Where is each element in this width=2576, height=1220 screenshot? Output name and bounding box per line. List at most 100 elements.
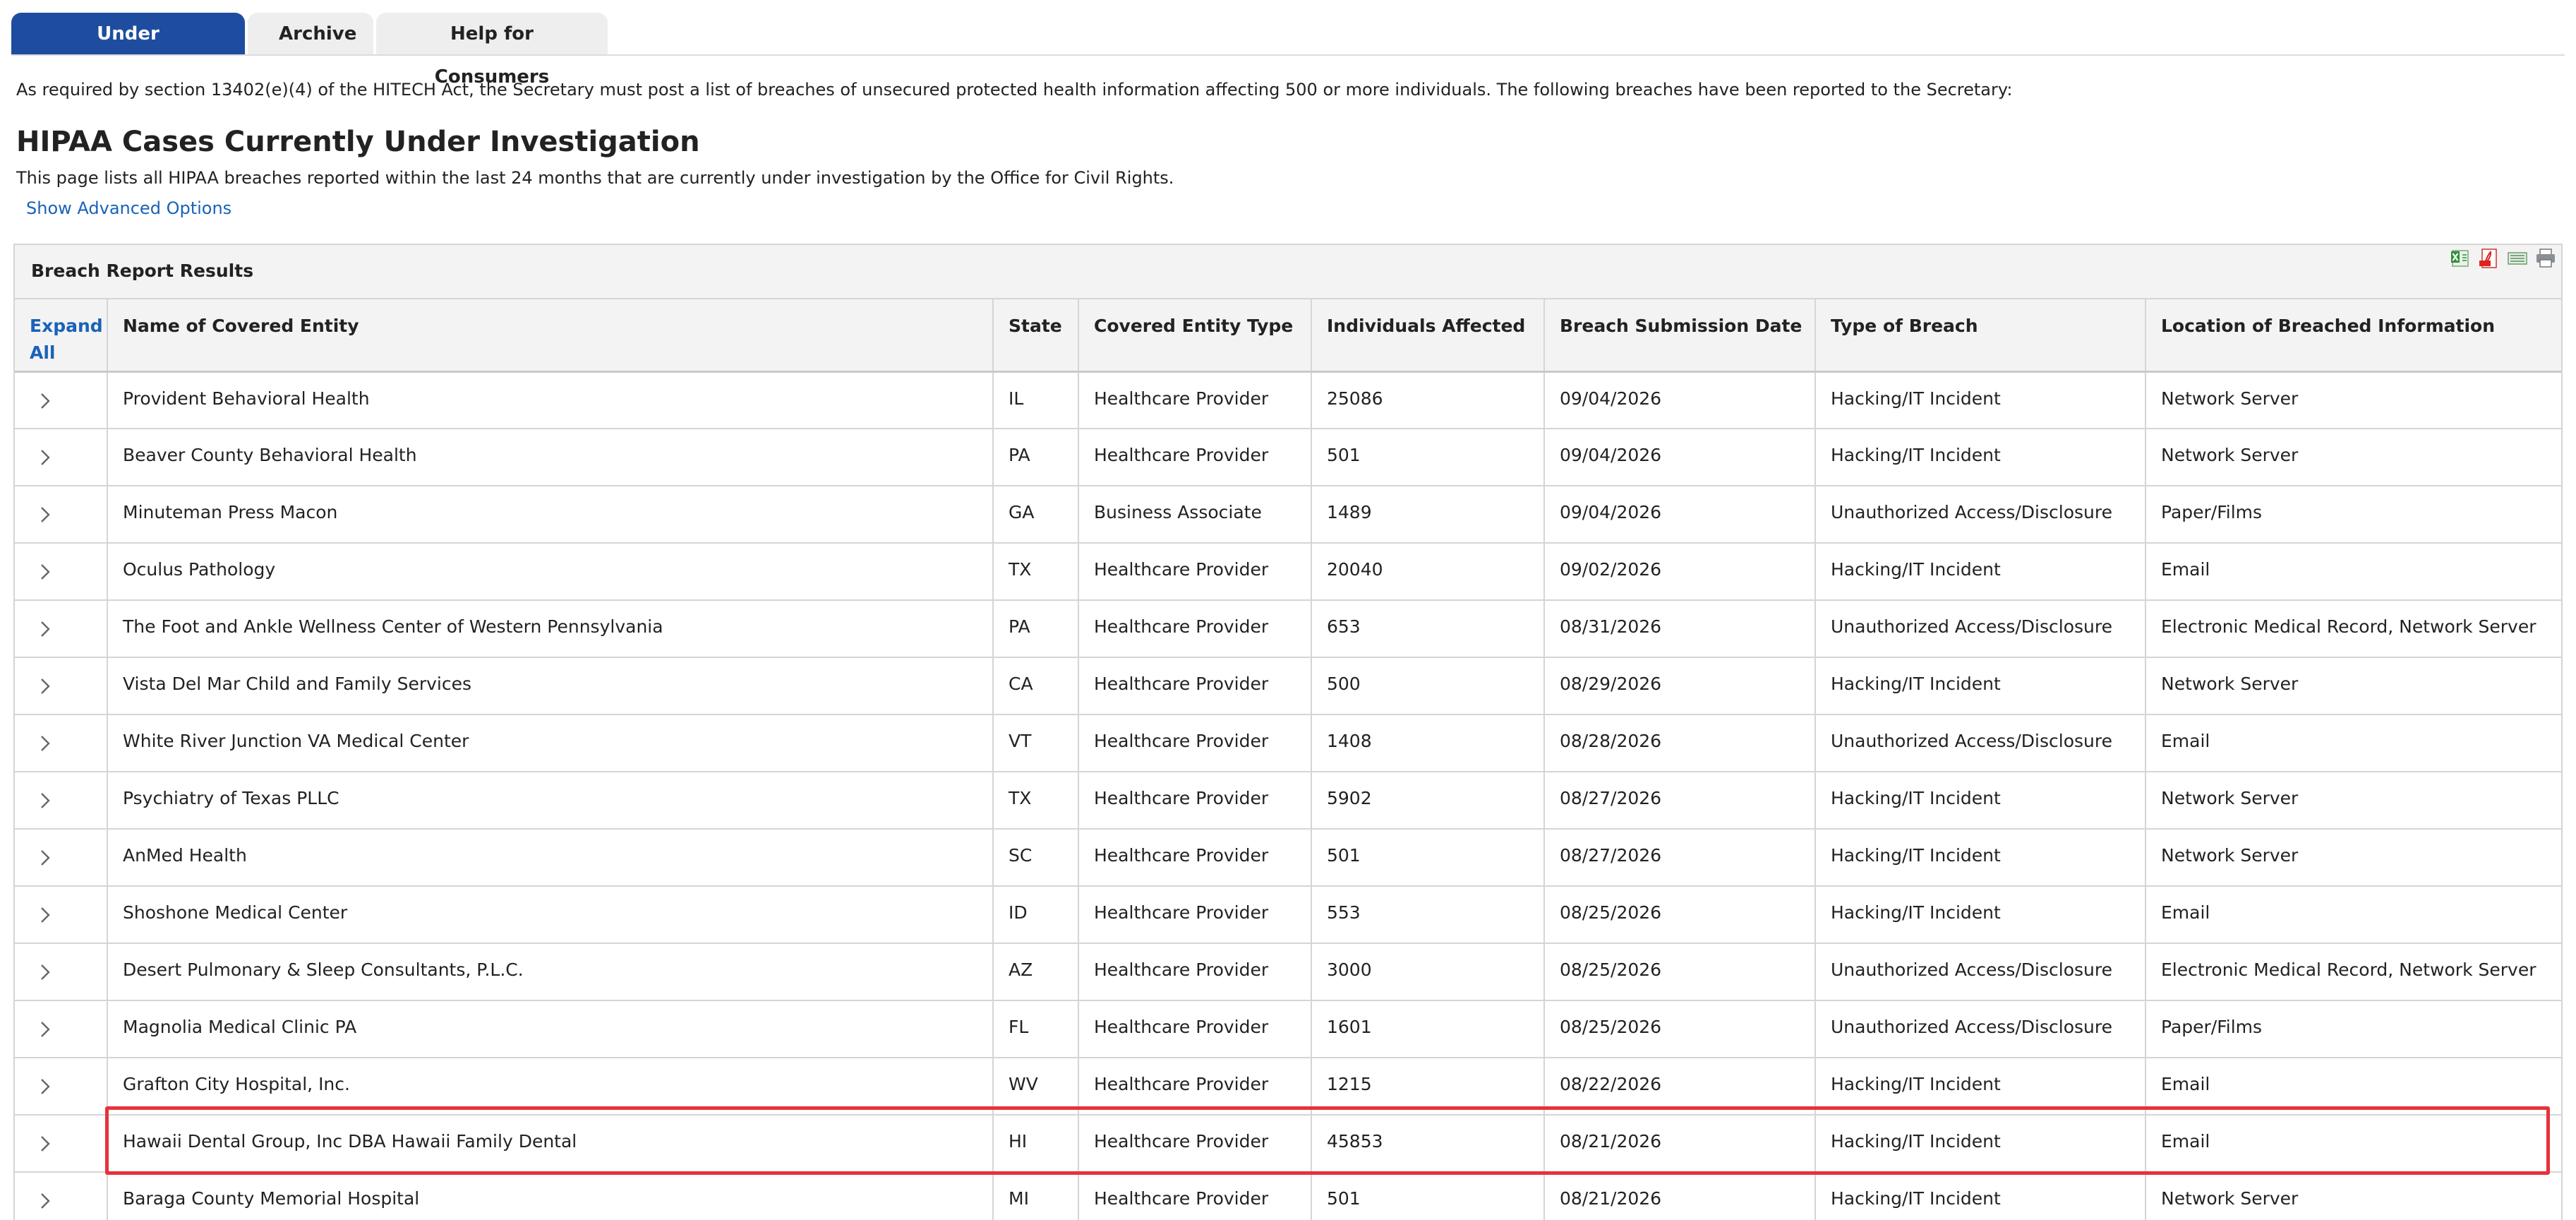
table-row[interactable]: Grafton City Hospital, Inc. WV Healthcare … — [15, 1058, 2561, 1116]
table-row[interactable]: Provident Behavioral Health IL Healthcare … — [15, 371, 2561, 429]
cell-entity-type: Healthcare Provider — [1078, 429, 1312, 486]
expand-row-cell[interactable] — [15, 772, 108, 830]
cell-state: TX — [993, 543, 1079, 601]
expand-row-cell[interactable] — [15, 371, 108, 429]
cell-location: Paper/Films — [2145, 486, 2561, 544]
breach-report-results-panel: Breach Report Results Expand All Name of… — [13, 244, 2563, 1220]
expand-row-cell[interactable] — [15, 429, 108, 486]
chevron-right-icon[interactable] — [38, 959, 54, 985]
cell-entity-name: AnMed Health — [107, 829, 994, 887]
chevron-right-icon[interactable] — [38, 788, 54, 813]
column-header-individuals[interactable]: Individuals Affected — [1311, 299, 1545, 373]
table-row[interactable]: Baraga County Memorial Hospital MI Healthc… — [15, 1172, 2561, 1220]
csv-export-icon[interactable] — [2505, 245, 2530, 270]
chevron-right-icon[interactable] — [38, 674, 54, 699]
chevron-right-icon[interactable] — [38, 388, 54, 414]
chevron-right-icon[interactable] — [38, 445, 54, 470]
chevron-right-icon[interactable] — [38, 845, 54, 871]
page: Under Investigation Archive Help for Con… — [0, 0, 2576, 1220]
chevron-right-icon[interactable] — [38, 616, 54, 642]
excel-export-icon[interactable] — [2448, 245, 2474, 270]
expand-row-cell[interactable] — [15, 657, 108, 715]
cell-state: GA — [993, 486, 1079, 544]
expand-row-cell[interactable] — [15, 1115, 108, 1173]
expand-row-cell[interactable] — [15, 1000, 108, 1058]
table-row[interactable]: Magnolia Medical Clinic PA FL Healthcare P… — [15, 1000, 2561, 1058]
chevron-right-icon[interactable] — [38, 902, 54, 928]
expand-row-cell[interactable] — [15, 486, 108, 544]
table-row[interactable]: Vista Del Mar Child and Family Services C… — [15, 657, 2561, 715]
table-row[interactable]: AnMed Health SC Healthcare Provider 501 08/2… — [15, 829, 2561, 887]
tab-help-for-consumers[interactable]: Help for Consumers — [376, 13, 608, 88]
cell-state: PA — [993, 429, 1079, 486]
expand-row-cell[interactable] — [15, 886, 108, 944]
chevron-right-icon[interactable] — [38, 1074, 54, 1099]
cell-entity-name: The Foot and Ankle Wellness Center of We… — [107, 600, 994, 658]
intro-text: As required by section 13402(e)(4) of th… — [16, 80, 2013, 100]
expand-row-cell[interactable] — [15, 714, 108, 772]
cell-state: TX — [993, 772, 1079, 830]
tab-archive[interactable]: Archive — [248, 13, 373, 56]
cell-individuals-affected: 1489 — [1311, 486, 1545, 544]
cell-submission-date: 09/04/2026 — [1544, 429, 1816, 486]
table-row[interactable]: Psychiatry of Texas PLLC TX Healthcare Pro… — [15, 772, 2561, 830]
cell-entity-type: Healthcare Provider — [1078, 829, 1312, 887]
cell-breach-type: Hacking/IT Incident — [1815, 371, 2146, 429]
cell-entity-type: Healthcare Provider — [1078, 1058, 1312, 1116]
cell-entity-type: Healthcare Provider — [1078, 886, 1312, 944]
cell-location: Email — [2145, 543, 2561, 601]
expand-row-cell[interactable] — [15, 543, 108, 601]
chevron-right-icon[interactable] — [38, 731, 54, 756]
cell-entity-name: Grafton City Hospital, Inc. — [107, 1058, 994, 1116]
cell-entity-type: Healthcare Provider — [1078, 772, 1312, 830]
cell-submission-date: 09/04/2026 — [1544, 486, 1816, 544]
cell-submission-date: 08/21/2026 — [1544, 1115, 1816, 1173]
table-row[interactable]: The Foot and Ankle Wellness Center of We… — [15, 600, 2561, 658]
cell-breach-type: Hacking/IT Incident — [1815, 772, 2146, 830]
cell-submission-date: 08/27/2026 — [1544, 829, 1816, 887]
table-row[interactable]: Oculus Pathology TX Healthcare Provider 200… — [15, 543, 2561, 601]
cell-individuals-affected: 3000 — [1311, 943, 1545, 1001]
tab-under-investigation[interactable]: Under Investigation — [11, 13, 245, 88]
show-advanced-options-link[interactable]: Show Advanced Options — [26, 198, 231, 218]
column-header-state[interactable]: State — [993, 299, 1079, 373]
column-header-location[interactable]: Location of Breached Information — [2145, 299, 2561, 373]
cell-state: WV — [993, 1058, 1079, 1116]
column-header-entity-type[interactable]: Covered Entity Type — [1078, 299, 1312, 373]
table-row[interactable]: Beaver County Behavioral Health PA Healthc… — [15, 429, 2561, 486]
pdf-export-icon[interactable] — [2476, 245, 2502, 270]
cell-state: HI — [993, 1115, 1079, 1173]
table-row[interactable]: Minuteman Press Macon GA Business Associat… — [15, 486, 2561, 544]
expand-row-cell[interactable] — [15, 1172, 108, 1220]
cell-breach-type: Unauthorized Access/Disclosure — [1815, 1000, 2146, 1058]
chevron-right-icon[interactable] — [38, 502, 54, 527]
cell-location: Electronic Medical Record, Network Serve… — [2145, 943, 2561, 1001]
table-row[interactable]: Hawaii Dental Group, Inc DBA Hawaii Fami… — [15, 1115, 2561, 1173]
column-header-name[interactable]: Name of Covered Entity — [107, 299, 994, 373]
expand-all-button[interactable]: Expand All — [15, 299, 108, 373]
cell-individuals-affected: 20040 — [1311, 543, 1545, 601]
expand-row-cell[interactable] — [15, 1058, 108, 1116]
cell-location: Network Server — [2145, 371, 2561, 429]
cell-location: Electronic Medical Record, Network Serve… — [2145, 600, 2561, 658]
cell-submission-date: 09/04/2026 — [1544, 371, 1816, 429]
column-header-breach-type[interactable]: Type of Breach — [1815, 299, 2146, 373]
column-header-date[interactable]: Breach Submission Date — [1544, 299, 1816, 373]
print-icon[interactable] — [2533, 245, 2558, 270]
expand-row-cell[interactable] — [15, 943, 108, 1001]
table-row[interactable]: White River Junction VA Medical Center VT… — [15, 714, 2561, 772]
chevron-right-icon[interactable] — [38, 559, 54, 585]
chevron-right-icon[interactable] — [38, 1017, 54, 1042]
expand-row-cell[interactable] — [15, 829, 108, 887]
chevron-right-icon[interactable] — [38, 1131, 54, 1156]
table-row[interactable]: Shoshone Medical Center ID Healthcare Prov… — [15, 886, 2561, 944]
cell-individuals-affected: 25086 — [1311, 371, 1545, 429]
chevron-right-icon[interactable] — [38, 1188, 54, 1214]
table-row[interactable]: Desert Pulmonary & Sleep Consultants, P.… — [15, 943, 2561, 1001]
cell-individuals-affected: 501 — [1311, 429, 1545, 486]
cell-state: PA — [993, 600, 1079, 658]
expand-row-cell[interactable] — [15, 600, 108, 658]
cell-entity-type: Healthcare Provider — [1078, 1172, 1312, 1220]
cell-location: Network Server — [2145, 1172, 2561, 1220]
table-header-row: Expand All Name of Covered Entity State … — [15, 299, 2561, 373]
